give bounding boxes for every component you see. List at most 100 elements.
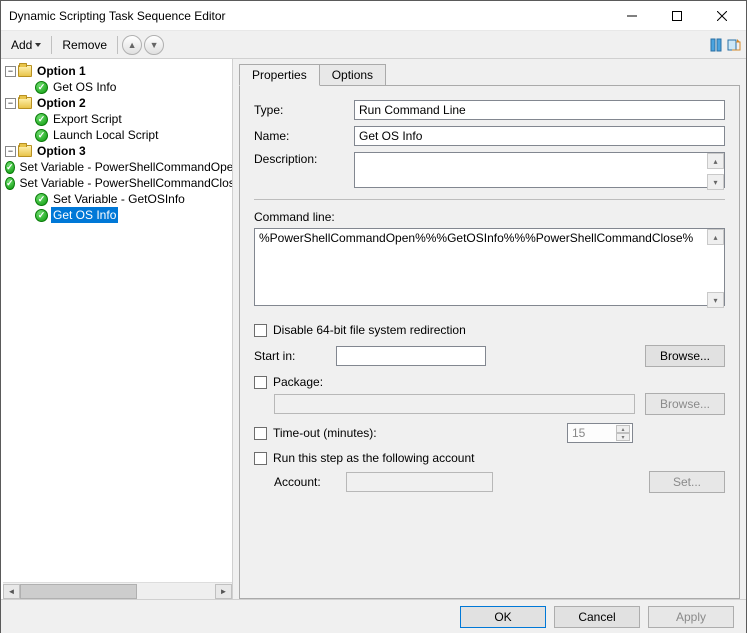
timeout-value: 15 <box>572 426 585 440</box>
tree-item[interactable]: Launch Local Script <box>5 127 232 143</box>
scroll-down-icon[interactable]: ▾ <box>707 174 724 190</box>
step-icon <box>5 177 15 190</box>
tree-group-option1[interactable]: Option 1 <box>5 63 232 79</box>
scroll-track[interactable] <box>20 584 215 599</box>
step-icon <box>35 193 48 206</box>
name-label: Name: <box>254 129 354 143</box>
timeout-label: Time-out (minutes): <box>273 426 561 440</box>
tree-label: Option 1 <box>35 63 88 79</box>
tree-item[interactable]: Set Variable - GetOSInfo <box>5 191 232 207</box>
tree-label: Launch Local Script <box>51 127 160 143</box>
set-account-button: Set... <box>649 471 725 493</box>
tab-options[interactable]: Options <box>319 64 386 85</box>
scroll-down-icon[interactable]: ▾ <box>707 292 724 308</box>
collapse-icon[interactable] <box>5 66 16 77</box>
collapse-icon[interactable] <box>5 98 16 109</box>
scroll-up-icon[interactable]: ▴ <box>707 153 724 169</box>
tree-item[interactable]: Set Variable - PowerShellCommandClose <box>5 175 232 191</box>
checkbox-icon[interactable] <box>254 376 267 389</box>
separator <box>51 36 52 54</box>
main-area: Option 1 Get OS Info Option 2 Export Scr… <box>1 59 746 599</box>
tab-strip: Properties Options <box>239 63 740 85</box>
add-label: Add <box>11 38 32 52</box>
tree-group-option3[interactable]: Option 3 <box>5 143 232 159</box>
tree-label: Set Variable - PowerShellCommandClose <box>18 175 232 191</box>
remove-label: Remove <box>62 38 107 52</box>
folder-icon <box>18 65 32 77</box>
package-field <box>274 394 635 414</box>
step-icon <box>35 209 48 222</box>
h-scrollbar[interactable]: ◄ ► <box>3 582 232 599</box>
properties-pane: Properties Options Type: Name: Descripti… <box>233 59 746 599</box>
divider <box>254 199 725 200</box>
step-icon <box>35 129 48 142</box>
step-icon <box>5 161 15 174</box>
minimize-button[interactable] <box>609 1 654 30</box>
type-field <box>354 100 725 120</box>
commandline-label: Command line: <box>254 210 725 224</box>
toolbar-icon-1[interactable] <box>708 37 724 53</box>
scroll-left-icon[interactable]: ◄ <box>3 584 20 599</box>
checkbox-icon[interactable] <box>254 427 267 440</box>
spinner-buttons: ▴▾ <box>616 425 630 441</box>
tree-item[interactable]: Get OS Info <box>5 79 232 95</box>
scroll-up-icon[interactable]: ▴ <box>707 229 724 245</box>
ok-button[interactable]: OK <box>460 606 546 628</box>
tab-panel: Type: Name: Description: ▴ ▾ Command lin… <box>239 85 740 599</box>
tree-label: Option 3 <box>35 143 88 159</box>
tree-label: Export Script <box>51 111 124 127</box>
cancel-button[interactable]: Cancel <box>554 606 640 628</box>
description-field[interactable] <box>354 152 725 188</box>
move-down-icon[interactable]: ▼ <box>144 35 164 55</box>
tree-group-option2[interactable]: Option 2 <box>5 95 232 111</box>
folder-icon <box>18 145 32 157</box>
timeout-spinner: 15 ▴▾ <box>567 423 633 443</box>
browse-package-button: Browse... <box>645 393 725 415</box>
tab-properties[interactable]: Properties <box>239 64 320 86</box>
maximize-button[interactable] <box>654 1 699 30</box>
chevron-down-icon <box>35 43 41 47</box>
commandline-field[interactable] <box>254 228 725 306</box>
checkbox-icon[interactable] <box>254 452 267 465</box>
step-icon <box>35 113 48 126</box>
name-field[interactable] <box>354 126 725 146</box>
tree-label: Set Variable - PowerShellCommandOpen <box>18 159 232 175</box>
textarea-scrollbar[interactable]: ▴ ▾ <box>707 153 724 190</box>
account-label: Account: <box>274 475 336 489</box>
apply-button: Apply <box>648 606 734 628</box>
remove-button[interactable]: Remove <box>56 36 113 54</box>
browse-startin-button[interactable]: Browse... <box>645 345 725 367</box>
textarea-scrollbar[interactable]: ▴ ▾ <box>707 229 724 308</box>
tree-label: Get OS Info <box>51 207 118 223</box>
startin-field[interactable] <box>336 346 486 366</box>
tree-pane: Option 1 Get OS Info Option 2 Export Scr… <box>1 59 233 599</box>
tree-label: Get OS Info <box>51 79 118 95</box>
scroll-thumb[interactable] <box>20 584 137 599</box>
account-field <box>346 472 493 492</box>
folder-icon <box>18 97 32 109</box>
startin-label: Start in: <box>254 349 326 363</box>
type-label: Type: <box>254 103 354 117</box>
move-up-icon[interactable]: ▲ <box>122 35 142 55</box>
toolbar-icon-2[interactable] <box>726 37 742 53</box>
dialog-footer: OK Cancel Apply <box>1 599 746 633</box>
checkbox-icon[interactable] <box>254 324 267 337</box>
tree-item[interactable]: Set Variable - PowerShellCommandOpen <box>5 159 232 175</box>
tree-scroll[interactable]: Option 1 Get OS Info Option 2 Export Scr… <box>3 61 232 582</box>
disable64-checkbox-row[interactable]: Disable 64-bit file system redirection <box>254 323 725 337</box>
tree-item[interactable]: Export Script <box>5 111 232 127</box>
separator <box>117 36 118 54</box>
close-button[interactable] <box>699 1 744 30</box>
scroll-right-icon[interactable]: ► <box>215 584 232 599</box>
tree-label: Option 2 <box>35 95 88 111</box>
collapse-icon[interactable] <box>5 146 16 157</box>
window-title: Dynamic Scripting Task Sequence Editor <box>9 9 609 23</box>
package-label: Package: <box>273 375 323 389</box>
toolbar: Add Remove ▲ ▼ <box>1 31 746 59</box>
disable64-label: Disable 64-bit file system redirection <box>273 323 466 337</box>
step-icon <box>35 81 48 94</box>
add-button[interactable]: Add <box>5 36 47 54</box>
titlebar: Dynamic Scripting Task Sequence Editor <box>1 1 746 31</box>
tree-item-selected[interactable]: Get OS Info <box>5 207 232 223</box>
runas-label: Run this step as the following account <box>273 451 474 465</box>
